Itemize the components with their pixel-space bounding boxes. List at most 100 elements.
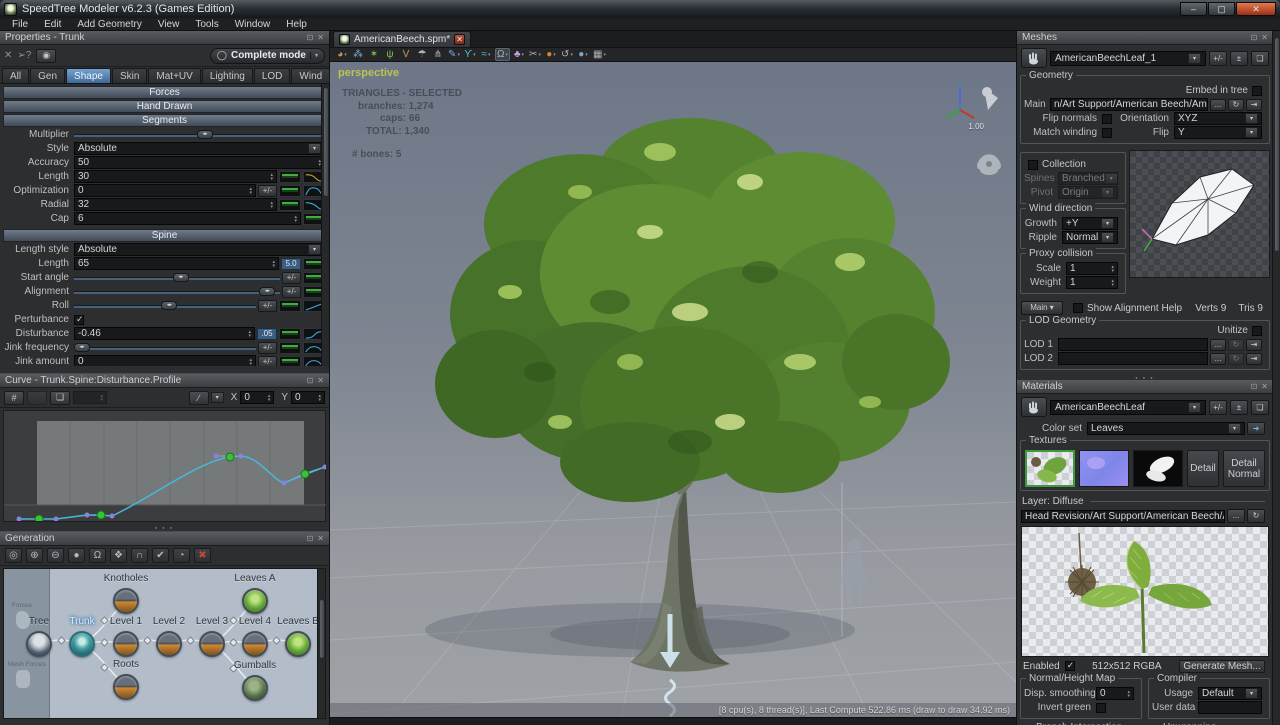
chevron-down-icon[interactable]: [308, 244, 321, 255]
alignment-slider[interactable]: [74, 285, 280, 298]
spinner[interactable]: [248, 330, 251, 338]
drag-hand-icon[interactable]: [1021, 48, 1047, 68]
usage-dropdown[interactable]: Default: [1198, 687, 1262, 700]
spinner[interactable]: [1127, 690, 1130, 698]
orientation-dropdown[interactable]: XYZ: [1174, 112, 1262, 125]
chevron-down-icon[interactable]: [1188, 53, 1201, 64]
node-roots[interactable]: [113, 674, 139, 700]
node-trunk[interactable]: [69, 631, 95, 657]
curve-editor[interactable]: [3, 410, 326, 522]
chevron-down-icon[interactable]: [1228, 423, 1241, 434]
apply-icon[interactable]: ⇥: [1246, 339, 1262, 351]
title-bar[interactable]: SpeedTree Modeler v6.2.3 (Games Edition)…: [0, 0, 1280, 18]
chevron-down-icon[interactable]: [1245, 688, 1258, 699]
profile-thumb[interactable]: [279, 328, 301, 340]
user-data-input[interactable]: [1198, 701, 1262, 714]
material-dropdown[interactable]: AmericanBeechLeaf: [1050, 400, 1206, 415]
pick-help-icon[interactable]: ➢?: [17, 50, 31, 61]
remove-node-icon[interactable]: ⊖: [47, 548, 64, 563]
menu-help[interactable]: Help: [278, 18, 315, 31]
float-icon[interactable]: ⊡: [307, 376, 314, 385]
variance-badge[interactable]: .05: [257, 328, 277, 340]
close-button[interactable]: ✕: [1236, 2, 1276, 16]
mesh-plusminus-button[interactable]: +/-: [1209, 51, 1227, 66]
main-path-field[interactable]: n/Art Support/American Beech/AmericanBee…: [1050, 98, 1208, 111]
color-set-apply-icon[interactable]: ➜: [1247, 422, 1265, 435]
meshes-header[interactable]: Meshes ⊡✕: [1017, 31, 1273, 45]
mesh-duplicate-button[interactable]: ❏: [1251, 51, 1269, 66]
mesh-dropdown[interactable]: AmericanBeechLeaf_1: [1050, 51, 1206, 66]
generate-mesh-button[interactable]: Generate Mesh...: [1179, 660, 1265, 673]
plusminus-button[interactable]: +/-: [282, 286, 301, 298]
alignment-help-checkbox[interactable]: [1073, 303, 1083, 313]
tab-skin[interactable]: Skin: [112, 68, 147, 83]
flip-normals-checkbox[interactable]: [1102, 114, 1112, 124]
multiplier-slider[interactable]: [74, 128, 325, 141]
diffuse-preview[interactable]: [1021, 526, 1269, 657]
spinner[interactable]: [100, 394, 103, 402]
check-icon[interactable]: ✔: [152, 548, 169, 563]
spinner[interactable]: [249, 187, 252, 195]
menu-window[interactable]: Window: [227, 18, 279, 31]
section-segments[interactable]: Segments: [3, 114, 326, 127]
node-knotholes[interactable]: [113, 588, 139, 614]
section-forces[interactable]: Forces: [3, 86, 326, 99]
diffuse-texture-thumb[interactable]: [1025, 450, 1075, 487]
maximize-button[interactable]: ▢: [1208, 2, 1235, 16]
snap-icon[interactable]: #: [4, 391, 24, 405]
3d-viewport[interactable]: perspective TRIANGLES - SELECTEDbranches…: [330, 62, 1016, 718]
unitize-checkbox[interactable]: [1252, 326, 1262, 336]
plusminus-button[interactable]: +/-: [282, 272, 301, 284]
detail-normal-button[interactable]: Detail Normal: [1223, 450, 1265, 487]
node-leaves-b[interactable]: [285, 631, 311, 657]
preset-dropdown[interactable]: [27, 391, 47, 405]
y-input[interactable]: 0: [291, 391, 325, 404]
menu-view[interactable]: View: [150, 18, 188, 31]
profile-thumb[interactable]: [279, 171, 301, 183]
disturbance-input[interactable]: -0.46: [74, 327, 255, 340]
delete-icon[interactable]: ✕: [4, 50, 12, 61]
node-gumballs[interactable]: [242, 675, 268, 701]
spinner[interactable]: [1111, 265, 1114, 273]
preview-main-dropdown[interactable]: Main ▾: [1021, 301, 1063, 315]
invert-green-checkbox[interactable]: [1096, 703, 1106, 713]
collection-checkbox[interactable]: [1028, 160, 1038, 170]
accuracy-input[interactable]: 50: [74, 156, 325, 169]
profile-thumb[interactable]: [279, 356, 301, 367]
chevron-down-icon[interactable]: [1245, 127, 1258, 138]
lod1-path-field[interactable]: [1058, 338, 1208, 351]
browse-button[interactable]: ...: [1227, 509, 1245, 523]
material-add-button[interactable]: ±: [1230, 400, 1248, 415]
detail-button[interactable]: Detail: [1187, 450, 1219, 487]
color-set-dropdown[interactable]: Leaves: [1087, 422, 1245, 435]
growth-dropdown[interactable]: +Y: [1062, 217, 1118, 230]
tab-wind[interactable]: Wind: [291, 68, 330, 83]
bark-tool-icon[interactable]: V: [399, 48, 413, 61]
section-spine[interactable]: Spine: [3, 229, 326, 242]
menu-tools[interactable]: Tools: [187, 18, 226, 31]
apply-icon[interactable]: ⇥: [1246, 353, 1262, 365]
close-icon[interactable]: ✕: [1261, 382, 1268, 391]
lod2-path-field[interactable]: [1058, 352, 1208, 365]
roll-slider[interactable]: [74, 299, 256, 312]
browse-button[interactable]: ...: [1210, 339, 1226, 351]
spinner[interactable]: [272, 260, 275, 268]
browse-button[interactable]: ...: [1210, 99, 1226, 111]
material-duplicate-button[interactable]: ❏: [1251, 400, 1269, 415]
properties-header[interactable]: Properties - Trunk ⊡✕: [0, 31, 329, 45]
node-level1[interactable]: [113, 631, 139, 657]
add-node-icon[interactable]: ⊕: [26, 548, 43, 563]
mesh-preview[interactable]: [1129, 150, 1270, 278]
spinner[interactable]: [1111, 279, 1114, 287]
refresh-icon[interactable]: ↻: [1228, 99, 1244, 111]
tab-lighting[interactable]: Lighting: [202, 68, 253, 83]
spinner[interactable]: [270, 173, 273, 181]
chevron-down-icon[interactable]: [308, 143, 321, 154]
delete-node-icon[interactable]: ✖: [194, 548, 211, 563]
canopy-tool-icon[interactable]: ☂: [415, 48, 429, 61]
close-icon[interactable]: ✕: [317, 33, 324, 42]
perturbance-checkbox[interactable]: [74, 315, 84, 325]
spinner[interactable]: [268, 394, 271, 402]
curve-header[interactable]: Curve - Trunk.Spine:Disturbance.Profile …: [0, 374, 329, 388]
tab-gen[interactable]: Gen: [30, 68, 65, 83]
